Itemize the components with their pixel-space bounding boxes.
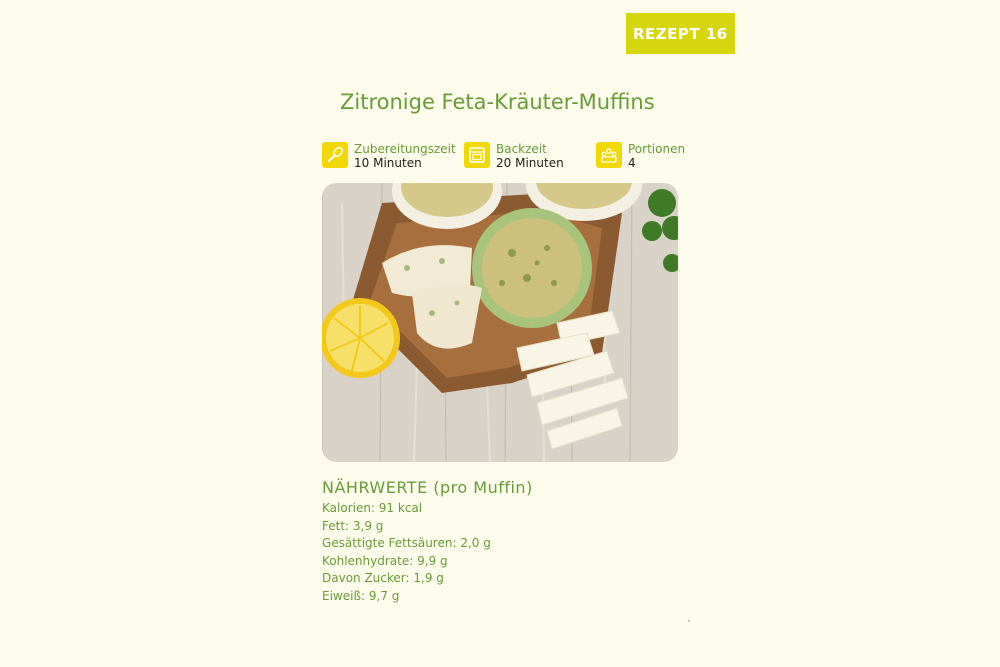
prep-time-label: Zubereitungszeit	[354, 142, 456, 156]
recipe-title: Zitronige Feta-Kräuter-Muffins	[340, 90, 655, 114]
recipe-photo	[322, 183, 678, 462]
portions-value: 4	[628, 156, 636, 170]
prep-time-info: Zubereitungszeit 10 Minuten	[322, 142, 456, 171]
bake-time-info: Backzeit 20 Minuten	[464, 142, 564, 171]
bake-time-value: 20 Minuten	[496, 156, 564, 170]
recipe-number-badge: REZEPT 16	[626, 13, 735, 54]
portions-info: Portionen 4	[596, 142, 685, 171]
nutrition-item-protein: Eiweiß: 9,7 g	[322, 588, 400, 603]
nutrition-item-fat: Fett: 3,9 g	[322, 518, 384, 533]
portions-label: Portionen	[628, 142, 686, 156]
prep-time-value: 10 Minuten	[354, 156, 422, 170]
nutrition-heading: NÄHRWERTE (pro Muffin)	[322, 478, 533, 497]
nutrition-list: Kalorien: 91 kcal Fett: 3,9 g Gesättigte…	[322, 500, 491, 606]
nutrition-item-calories: Kalorien: 91 kcal	[322, 501, 423, 515]
bake-time-label: Backzeit	[496, 142, 547, 156]
nutrition-item-saturated-fat: Gesättigte Fettsäuren: 2,0 g	[322, 536, 491, 551]
oven-icon	[464, 142, 490, 168]
whisk-icon	[322, 142, 348, 168]
people-icon	[596, 142, 622, 168]
nutrition-item-carbs: Kohlenhydrate: 9,9 g	[322, 553, 448, 568]
nutrition-item-sugar: Davon Zucker: 1,9 g	[322, 571, 444, 586]
decorative-dot	[688, 620, 690, 622]
